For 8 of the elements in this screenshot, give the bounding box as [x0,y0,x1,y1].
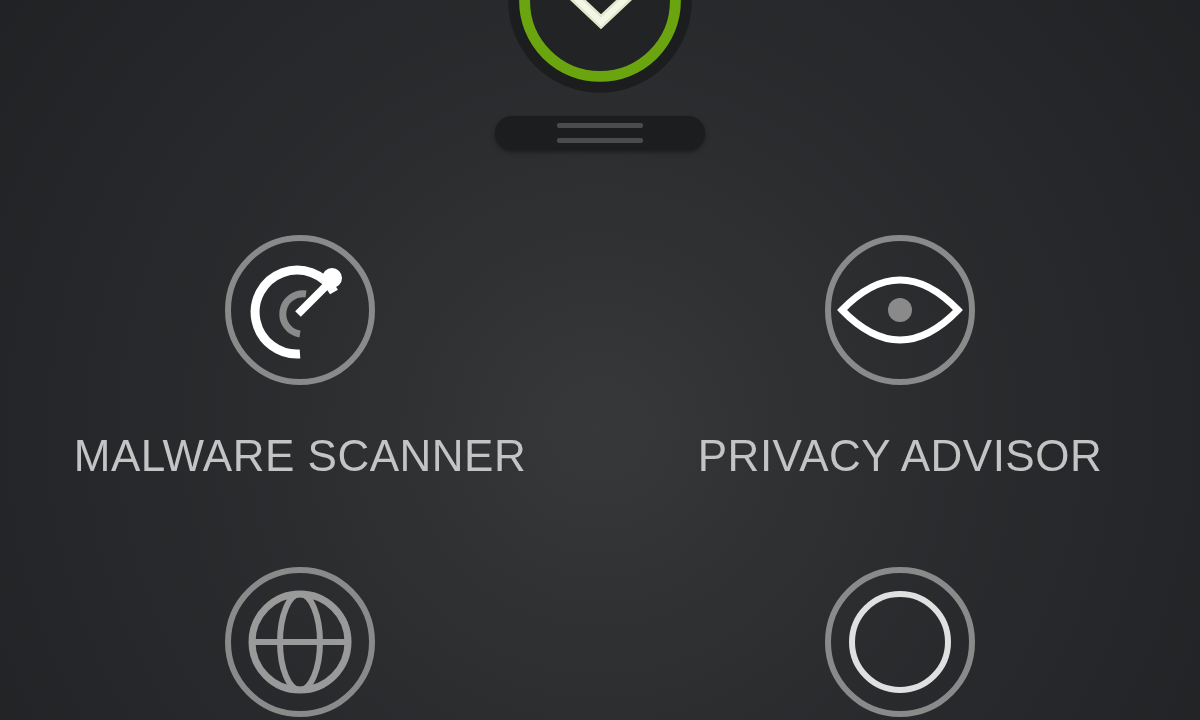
menu-handle[interactable] [495,116,705,150]
circle-icon [822,564,978,720]
feature-button[interactable]: MALWARE SCANNER [73,232,527,478]
menu-icon [557,121,643,146]
globe-icon [222,564,378,720]
feature-button[interactable]: PRIVACY ADVISOR [697,232,1103,478]
radar-icon [222,232,378,388]
eye-icon [822,232,978,388]
